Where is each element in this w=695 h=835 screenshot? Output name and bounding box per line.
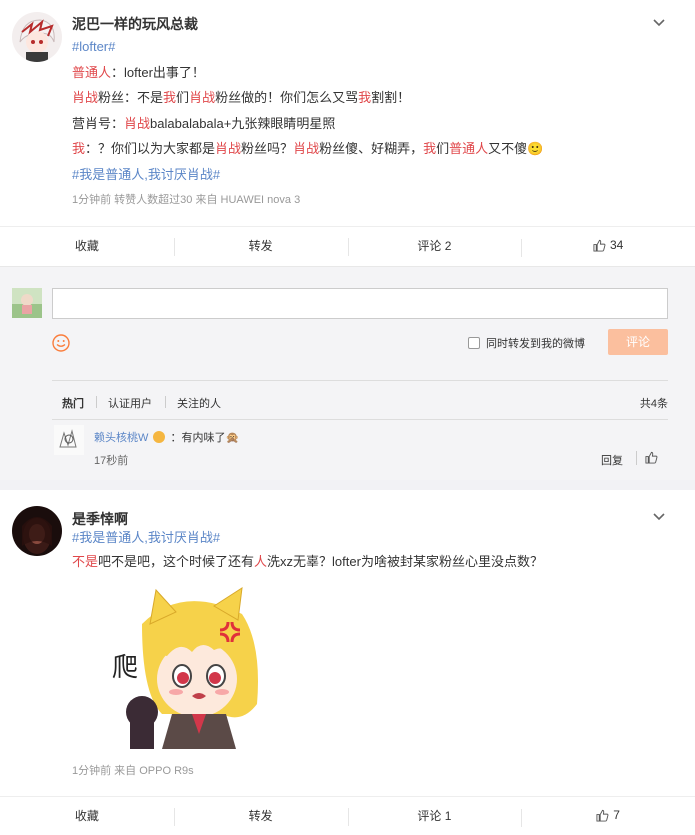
post-text-line: 我：？你们以为大家都是肖战粉丝吗？肖战粉丝傻、好糊弄，我们普通人又不傻🙂 [72, 140, 543, 158]
commenter-name[interactable]: 赖头核桃W [94, 432, 148, 444]
vip-badge-icon [153, 431, 166, 443]
text-segment: 普通人 [72, 64, 112, 80]
comment-time: 17秒前 [94, 455, 129, 467]
smile-emoji: 🙂 [527, 141, 544, 156]
collect-button[interactable]: 收藏 [0, 237, 174, 254]
text-segment: 肖战 [189, 90, 216, 105]
like-button[interactable]: 34 [521, 238, 695, 257]
sticker-text: 爬 [112, 653, 138, 683]
chevron-down-icon[interactable] [652, 16, 666, 30]
like-button[interactable]: 7 [521, 808, 695, 827]
tab-verified[interactable]: 认证用户 [108, 395, 152, 411]
text-segment: 肖战 [124, 115, 151, 131]
collect-label: 收藏 [74, 238, 99, 253]
post-text-line: 肖战粉丝：不是我们肖战粉丝做的！你们怎么又骂我割割！ [72, 89, 410, 107]
forward-label: 转发 [248, 808, 273, 823]
post-meta: 1分钟前 转赞人数超过30 来自 HUAWEI nova 3 [72, 194, 301, 206]
tab-following[interactable]: 关注的人 [177, 395, 221, 411]
tab-hot[interactable]: 热门 [62, 395, 84, 411]
collect-button[interactable]: 收藏 [0, 807, 174, 824]
comment-body: 赖头核桃W ：有内味了🙊 [94, 429, 239, 445]
comment-input[interactable] [52, 288, 668, 319]
repost-checkbox[interactable] [468, 337, 480, 349]
text-segment: 普通人 [449, 141, 489, 156]
comment-panel: 同时转发到我的微博 评论 热门 认证用户 关注的人 共4条 赖头核桃W ：有内味… [0, 266, 695, 480]
reply-button[interactable]: 回复 [601, 452, 623, 468]
comment-total: 共4条 [639, 398, 668, 410]
text-segment: 营肖号： [72, 115, 125, 131]
hashtag-link[interactable]: #我是普通人,我讨厌肖战# [72, 530, 220, 545]
post-text-line: #我是普通人,我讨厌肖战# [72, 166, 220, 184]
text-segment: 我 [423, 141, 437, 156]
text-segment: 粉丝：不是 [98, 90, 164, 105]
commenter-avatar[interactable] [54, 425, 84, 455]
text-segment: 肖战 [293, 141, 320, 156]
text-segment: 割割！ [371, 90, 411, 105]
text-segment: 粉丝傻、好糊弄， [319, 141, 424, 156]
forward-label: 转发 [248, 238, 273, 253]
author-avatar[interactable] [12, 12, 62, 62]
post-text-line: #我是普通人,我讨厌肖战# [72, 529, 220, 547]
post-text-line: 不是吧不是吧，这个时候了还有人洗xz无辜？lofter为啥被封某家粉丝心里没点数… [72, 553, 543, 571]
thumbs-up-icon[interactable] [645, 451, 658, 464]
comment-count: 评论 2 [417, 238, 452, 253]
post-image[interactable]: 爬 [102, 584, 267, 749]
post-text-line: 普通人：lofter出事了！ [72, 64, 205, 82]
text-segment: 人 [254, 553, 268, 569]
thumbs-up-icon [596, 809, 609, 822]
text-segment: 我 [358, 90, 372, 105]
author-name[interactable]: 泥巴一样的玩风总裁 [72, 14, 198, 34]
text-segment: 肖战 [72, 90, 99, 105]
text-segment: balabalabala+九张辣眼睛明星照 [150, 115, 336, 131]
divider [52, 419, 668, 420]
text-segment: 粉丝做的！你们怎么又骂 [215, 90, 359, 105]
text-segment: 粉丝吗？ [241, 141, 294, 156]
thumbs-up-icon [593, 239, 606, 252]
weibo-post-1: 泥巴一样的玩风总裁 #lofter# 普通人：lofter出事了！ 肖战粉丝：不是我… [0, 0, 695, 480]
text-segment: 们 [176, 90, 190, 105]
comment-text: ：有内味了🙊 [170, 432, 240, 444]
action-bar: 收藏 转发 评论 1 7 [0, 796, 695, 833]
post-text-line: 营肖号：肖战balabalabala+九张辣眼睛明星照 [72, 115, 335, 133]
text-segment: 洗xz无辜？lofter为啥被封某家粉丝心里没点数？ [267, 553, 543, 569]
text-segment: 不是 [72, 553, 99, 569]
post-meta: 1分钟前 来自 OPPO R9s [72, 765, 194, 777]
like-count: 7 [613, 808, 620, 822]
comment-tabs: 热门 认证用户 关注的人 共4条 [52, 380, 668, 419]
text-segment: ：lofter出事了！ [111, 64, 205, 80]
author-avatar[interactable] [12, 506, 62, 556]
hashtag-link[interactable]: #lofter# [72, 39, 115, 54]
comment-count: 评论 1 [417, 808, 452, 823]
emoji-icon[interactable] [52, 334, 70, 352]
tab-divider [96, 396, 97, 408]
forward-button[interactable]: 转发 [173, 237, 348, 256]
text-segment: 我 [72, 141, 86, 156]
submit-comment-button[interactable]: 评论 [608, 329, 668, 355]
chevron-down-icon[interactable] [652, 510, 666, 524]
my-avatar [12, 288, 42, 318]
hashtag-link[interactable]: #我是普通人,我讨厌肖战# [72, 167, 220, 182]
forward-button[interactable]: 转发 [173, 807, 348, 826]
author-name[interactable]: 是季悻啊 [72, 509, 128, 529]
text-segment: 肖战 [215, 141, 242, 156]
like-count: 34 [609, 238, 624, 252]
text-segment: 我 [163, 90, 177, 105]
text-segment: 们 [436, 141, 450, 156]
divider [636, 451, 637, 465]
text-segment: ：？你们以为大家都是 [85, 141, 216, 156]
text-segment: 吧不是吧，这个时候了还有 [98, 553, 255, 569]
comment-button[interactable]: 评论 1 [347, 807, 522, 826]
comment-button[interactable]: 评论 2 [347, 237, 522, 256]
post-text-line: #lofter# [72, 38, 115, 56]
collect-label: 收藏 [74, 808, 99, 823]
text-segment: 又不傻 [488, 141, 528, 156]
repost-checkbox-label: 同时转发到我的微博 [486, 338, 585, 350]
tab-divider [165, 396, 166, 408]
action-bar: 收藏 转发 评论 2 34 [0, 226, 695, 263]
weibo-post-2: 是季悻啊 #我是普通人,我讨厌肖战# 不是吧不是吧，这个时候了还有人洗xz无辜？l… [0, 490, 695, 835]
